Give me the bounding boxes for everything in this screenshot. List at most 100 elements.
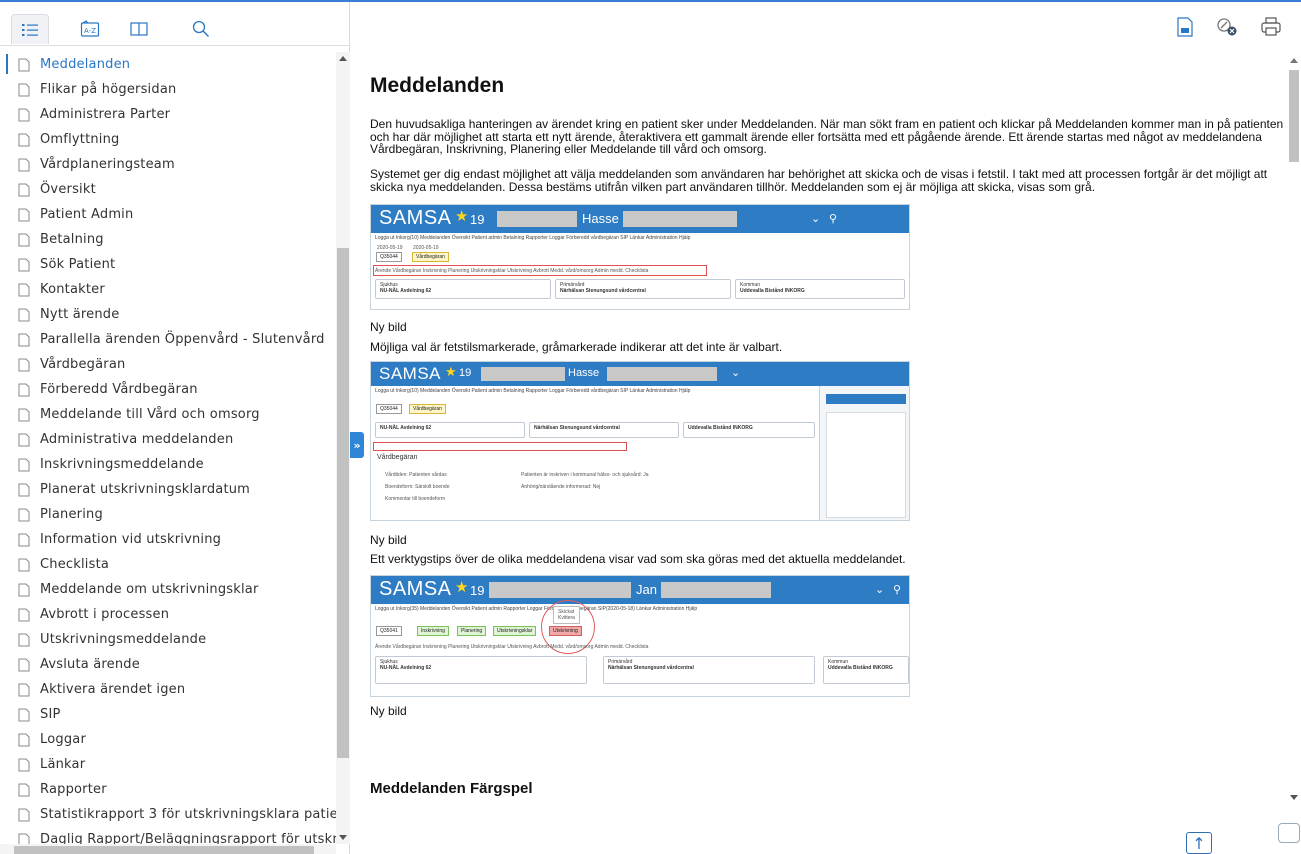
patient-name: Hasse — [568, 367, 600, 379]
toc-item[interactable]: Översikt — [0, 177, 336, 202]
page-icon — [18, 533, 30, 546]
toc-horizontal-scrollbar[interactable] — [0, 844, 336, 854]
toc-vertical-scrollbar[interactable] — [336, 52, 350, 844]
scroll-up-arrow-icon[interactable] — [339, 56, 347, 61]
image-caption: Ny bild — [370, 533, 407, 547]
scrollbar-thumb[interactable] — [1289, 70, 1299, 162]
personnummer-prefix: 19 — [470, 212, 485, 227]
toc-tab[interactable] — [11, 14, 49, 44]
toc-item-label: Meddelande om utskrivningsklar — [40, 582, 259, 597]
toc-item[interactable]: Planering — [0, 502, 336, 527]
toc-item[interactable]: Administrera Parter — [0, 102, 336, 127]
page-icon — [18, 833, 30, 844]
toc-item[interactable]: Patient Admin — [0, 202, 336, 227]
pdf-export-button[interactable] — [1172, 14, 1198, 40]
list-icon — [22, 23, 38, 36]
page-icon — [18, 633, 30, 646]
toc-item[interactable]: Vårdplaneringsteam — [0, 152, 336, 177]
scroll-up-arrow-icon[interactable] — [1290, 58, 1298, 63]
glossary-tab[interactable] — [120, 14, 158, 44]
scroll-down-arrow-icon[interactable] — [1290, 795, 1298, 800]
toc-item-label: Vårdplaneringsteam — [40, 157, 175, 172]
app-menu: Logga ut Inkorg(35) Meddelanden Översikt… — [375, 606, 698, 612]
toc-item[interactable]: Avsluta ärende — [0, 652, 336, 677]
toc-item[interactable]: Parallella ärenden Öppenvård - Slutenvår… — [0, 327, 336, 352]
search-tab[interactable] — [182, 14, 220, 44]
scrollbar-thumb[interactable] — [337, 248, 349, 758]
toc-item[interactable]: Statistikrapport 3 för utskrivningsklara… — [0, 802, 336, 827]
toc-item[interactable]: Loggar — [0, 727, 336, 752]
scroll-down-arrow-icon[interactable] — [339, 835, 347, 840]
primarvard-box: Primärvård Närhälsan Stenungsund vårdcent… — [603, 656, 815, 684]
toc-item-label: Meddelande till Vård och omsorg — [40, 407, 260, 422]
page-icon — [18, 58, 30, 71]
toc-item[interactable]: Planerat utskrivningsklardatum — [0, 477, 336, 502]
toc-item-label: Administrera Parter — [40, 107, 171, 122]
toc-item[interactable]: Checklista — [0, 552, 336, 577]
field-text: Vårdtiden: Patienten vårdas — [385, 472, 447, 478]
toc-item[interactable]: Avbrott i processen — [0, 602, 336, 627]
toc-item[interactable]: Daglig Rapport/Beläggningsrapport för ut… — [0, 827, 336, 844]
print-button[interactable] — [1258, 14, 1284, 40]
toc-item[interactable]: SIP — [0, 702, 336, 727]
toc-item[interactable]: Betalning — [0, 227, 336, 252]
toc-item-label: Betalning — [40, 232, 104, 247]
toc-item[interactable]: Inskrivningsmeddelande — [0, 452, 336, 477]
date-label: 2020-05-19 — [413, 245, 439, 251]
redacted-block — [607, 367, 717, 381]
personnummer-prefix: 19 — [470, 583, 485, 598]
toc-item[interactable]: Vårdbegäran — [0, 352, 336, 377]
nav-tab-bar: A-Z — [0, 2, 350, 46]
toc-item[interactable]: Meddelande om utskrivningsklar — [0, 577, 336, 602]
toc-item-label: Översikt — [40, 182, 96, 197]
toc-item[interactable]: Länkar — [0, 752, 336, 777]
samsa-logo: SAMSA — [379, 578, 452, 600]
toc-item[interactable]: Aktivera ärendet igen — [0, 677, 336, 702]
topic-content: Meddelanden Den huvudsakliga hanteringen… — [351, 48, 1301, 854]
vardbegaran-pill: Vårdbegäran — [409, 404, 446, 414]
clear-highlights-button[interactable] — [1214, 14, 1240, 40]
toc-item-label: Kontakter — [40, 282, 105, 297]
toc-item-label: Rapporter — [40, 782, 107, 797]
toc-item[interactable]: Sök Patient — [0, 252, 336, 277]
toc-item[interactable]: Utskrivningsmeddelande — [0, 627, 336, 652]
vardbegaran-pill: Vårdbegäran — [412, 252, 449, 262]
toc-item[interactable]: Rapporter — [0, 777, 336, 802]
app-menu: Logga ut Inkorg(10) Meddelanden Översikt… — [375, 235, 691, 241]
page-icon — [18, 733, 30, 746]
index-tab[interactable]: A-Z — [71, 14, 109, 44]
page-icon — [18, 358, 30, 371]
toc-item[interactable]: Meddelanden — [0, 52, 336, 77]
toc-item[interactable]: Information vid utskrivning — [0, 527, 336, 552]
toc-item-label: Utskrivningsmeddelande — [40, 632, 207, 647]
field-text: Patienten är inskriven i kommunal hälso-… — [521, 472, 649, 478]
sjukhus-box: NU-NÄL Avdelning 62 — [375, 422, 525, 438]
toc-item[interactable]: Nytt ärende — [0, 302, 336, 327]
toc-item-label: Nytt ärende — [40, 307, 120, 322]
case-pill: Q35044 — [376, 252, 402, 262]
page-icon — [18, 608, 30, 621]
toc-item[interactable]: Omflyttning — [0, 127, 336, 152]
page-icon — [18, 258, 30, 271]
case-pill: Q35044 — [376, 404, 402, 414]
date-label: 2020-05-19 — [377, 245, 403, 251]
redacted-block — [623, 211, 737, 227]
intro-paragraph: Den huvudsakliga hanteringen av ärendet … — [370, 117, 1284, 156]
app-header-bar: SAMSA ★ 19 Jan ⌄ ⚲ — [371, 576, 909, 604]
toc-item[interactable]: Kontakter — [0, 277, 336, 302]
toc-item[interactable]: Flikar på högersidan — [0, 77, 336, 102]
screenshot-messages-3: SAMSA ★ 19 Jan ⌄ ⚲ Logga ut Inkorg(35) M… — [370, 575, 910, 697]
printer-icon — [1261, 17, 1281, 36]
content-vertical-scrollbar[interactable] — [1287, 52, 1301, 804]
page-icon — [18, 658, 30, 671]
toc-item[interactable]: Meddelande till Vård och omsorg — [0, 402, 336, 427]
toc-item[interactable]: Förberedd Vårdbegäran — [0, 377, 336, 402]
scrollbar-thumb[interactable] — [14, 846, 314, 854]
back-to-top-button[interactable]: ↑ — [1186, 832, 1212, 854]
redacted-block — [661, 582, 771, 598]
toc-item[interactable]: Administrativa meddelanden — [0, 427, 336, 452]
redacted-block — [497, 211, 577, 227]
page-icon — [18, 683, 30, 696]
share-icon[interactable] — [1278, 823, 1300, 843]
clear-search-icon — [1217, 18, 1237, 36]
